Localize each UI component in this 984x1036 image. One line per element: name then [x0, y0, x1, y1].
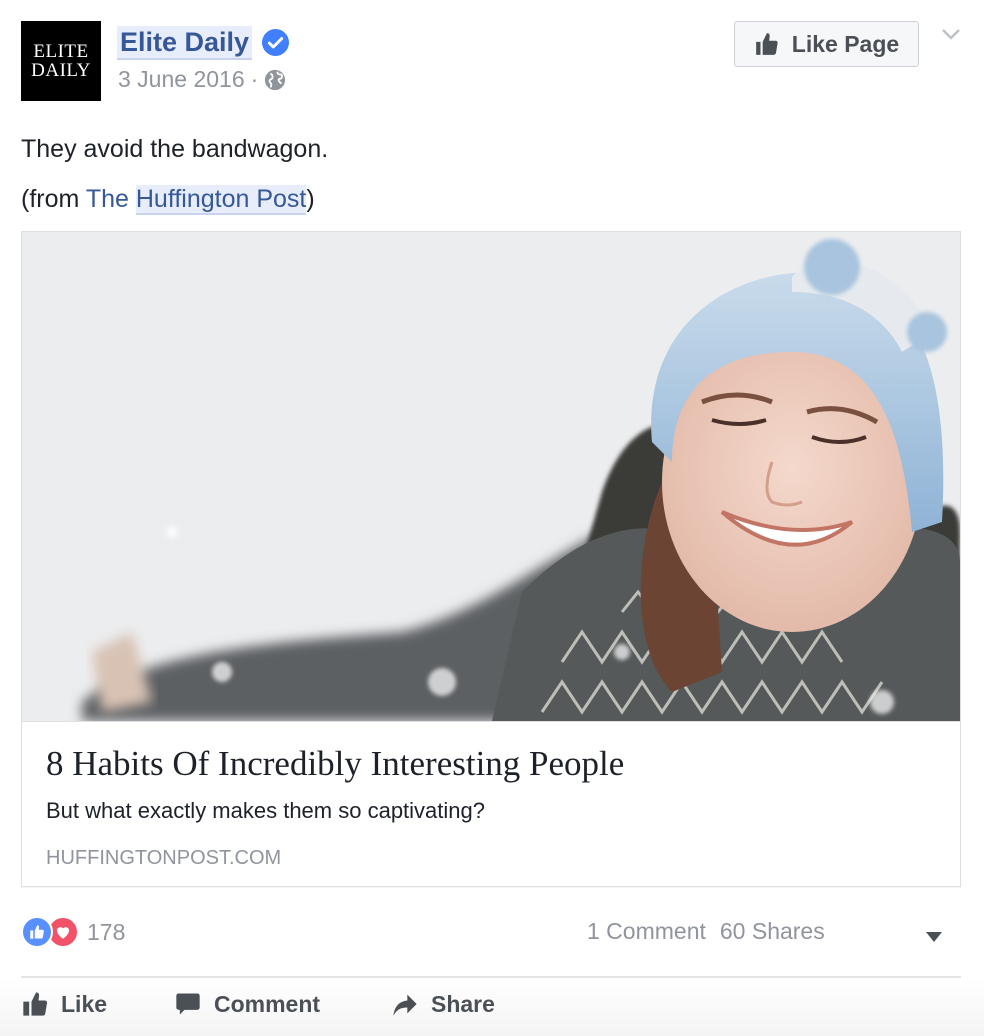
verified-badge-icon — [262, 29, 290, 56]
post-date-link[interactable]: 3 June 2016 — [118, 66, 245, 93]
source-name-link[interactable]: Huffington Post — [135, 185, 307, 215]
caret-down-icon[interactable] — [926, 932, 942, 942]
share-arrow-icon — [393, 994, 417, 1016]
comment-button[interactable]: Comment — [174, 990, 320, 1018]
thumbs-up-icon — [755, 33, 778, 55]
comment-count-link[interactable]: 1 Comment — [587, 918, 706, 945]
share-label: Share — [431, 990, 495, 1017]
reaction-count: 178 — [87, 918, 126, 945]
source-suffix: ) — [306, 185, 315, 213]
source-the-link[interactable]: The — [86, 185, 129, 213]
engagement-stats: 1 Comment 60 Shares — [587, 918, 825, 945]
woman-in-snow-illustration — [22, 232, 960, 721]
page-avatar[interactable]: ELITE DAILY — [21, 21, 101, 101]
globe-icon[interactable] — [264, 69, 286, 91]
post-message: They avoid the bandwagon. (from The Huff… — [21, 124, 328, 224]
like-page-button[interactable]: Like Page — [734, 21, 919, 67]
post-source-line: (from The Huffington Post) — [21, 174, 328, 224]
source-prefix: (from — [21, 185, 86, 213]
like-label: Like — [61, 990, 108, 1017]
meta-separator: · — [250, 66, 259, 92]
like-page-label: Like Page — [791, 30, 900, 57]
like-reaction-icon — [21, 916, 53, 948]
chevron-down-icon[interactable] — [940, 26, 962, 42]
avatar-line-1: ELITE — [33, 41, 89, 62]
comment-bubble-icon — [176, 993, 200, 1015]
link-preview-image[interactable] — [22, 232, 960, 722]
link-domain: HUFFINGTONPOST.COM — [46, 847, 282, 869]
comment-label: Comment — [214, 990, 321, 1017]
post-message-text: They avoid the bandwagon. — [21, 135, 329, 163]
avatar-line-2: DAILY — [31, 60, 91, 81]
like-button[interactable]: Like — [21, 990, 107, 1018]
link-preview-card[interactable]: 8 Habits Of Incredibly Interesting Peopl… — [21, 231, 961, 887]
feed-post: ELITE DAILY Elite Daily 3 June 2016 · Li… — [0, 0, 984, 1036]
post-meta: 3 June 2016 · — [118, 66, 286, 93]
page-name-link[interactable]: Elite Daily — [117, 25, 253, 60]
share-count-link[interactable]: 60 Shares — [720, 918, 825, 945]
page-name-row: Elite Daily — [117, 25, 290, 60]
share-button[interactable]: Share — [391, 990, 495, 1018]
link-title[interactable]: 8 Habits Of Incredibly Interesting Peopl… — [46, 744, 624, 784]
reactions-summary[interactable]: 178 — [21, 916, 125, 948]
link-description: But what exactly makes them so captivati… — [46, 798, 485, 823]
thumbs-up-icon — [23, 992, 48, 1016]
